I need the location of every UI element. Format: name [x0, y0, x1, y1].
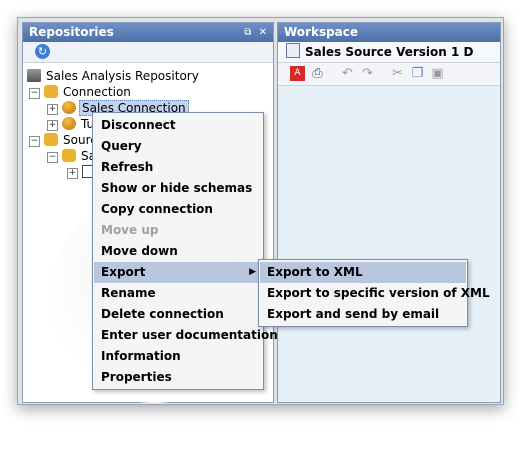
- menu-item-label: Show or hide schemas: [101, 181, 253, 195]
- menu-item-refresh[interactable]: Refresh: [94, 157, 262, 178]
- menu-item-label: Query: [101, 139, 142, 153]
- menu-item-enter-user-documentation[interactable]: Enter user documentation: [94, 325, 278, 346]
- expand-icon[interactable]: +: [67, 168, 78, 179]
- workspace-panel: Workspace Sales Source Version 1 D A ⎙ ↶…: [277, 22, 501, 403]
- workspace-title: Workspace: [284, 25, 359, 39]
- connection-folder-icon: [44, 85, 58, 98]
- menu-item-label: Move down: [101, 244, 178, 258]
- cut-icon[interactable]: ✂: [390, 66, 405, 81]
- expand-icon[interactable]: +: [47, 104, 58, 115]
- menu-item-label: Refresh: [101, 160, 154, 174]
- tree-node-source-folder[interactable]: − Sourc: [29, 132, 99, 148]
- workspace-toolbar: A ⎙ ↶ ↷ ✂ ❐ ▣: [278, 63, 500, 86]
- submenu-item-export-send-email[interactable]: Export and send by email: [260, 304, 466, 325]
- workspace-canvas: [278, 86, 500, 402]
- submenu-arrow-icon: ▶: [249, 267, 256, 277]
- menu-item-disconnect[interactable]: Disconnect: [94, 115, 262, 136]
- menu-item-query[interactable]: Query: [94, 136, 262, 157]
- menu-item-delete-connection[interactable]: Delete connection: [94, 304, 262, 325]
- collapse-icon[interactable]: −: [29, 88, 40, 99]
- menu-item-label: Export: [101, 265, 146, 279]
- repositories-title: Repositories: [29, 25, 114, 39]
- paste-icon[interactable]: ▣: [430, 66, 445, 81]
- pdf-icon[interactable]: A: [290, 66, 305, 81]
- undo-icon[interactable]: ↶: [340, 66, 355, 81]
- tree-node-source[interactable]: − Sa: [47, 148, 98, 164]
- copy-icon[interactable]: ❐: [410, 66, 425, 81]
- tree-node-repository[interactable]: Sales Analysis Repository: [27, 68, 201, 84]
- menu-item-show-hide-schemas[interactable]: Show or hide schemas: [94, 178, 262, 199]
- menu-item-rename[interactable]: Rename: [94, 283, 262, 304]
- tree-node-connection-folder[interactable]: − Connection: [29, 84, 133, 100]
- document-tab-label: Sales Source Version 1 D: [305, 45, 474, 59]
- workspace-panel-title: Workspace: [278, 23, 500, 42]
- menu-item-information[interactable]: Information: [94, 346, 262, 367]
- menu-item-label: Move up: [101, 223, 159, 237]
- source-folder-icon: [44, 133, 58, 146]
- collapse-icon[interactable]: −: [29, 136, 40, 147]
- document-icon: [286, 43, 300, 58]
- submenu-item-label: Export to specific version of XML: [267, 286, 490, 300]
- document-tab[interactable]: Sales Source Version 1 D: [278, 42, 500, 63]
- repositories-toolbar: ↻: [23, 42, 273, 63]
- submenu-item-label: Export and send by email: [267, 307, 440, 321]
- tree-node-label: Connection: [63, 85, 131, 99]
- menu-item-label: Copy connection: [101, 202, 213, 216]
- menu-item-label: Delete connection: [101, 307, 224, 321]
- submenu-item-export-to-xml[interactable]: Export to XML: [260, 262, 466, 283]
- menu-item-move-up: Move up: [94, 220, 262, 241]
- menu-item-label: Rename: [101, 286, 156, 300]
- repositories-panel-title: Repositories ⧉ ✕: [23, 23, 273, 42]
- connection-icon: [62, 117, 76, 130]
- panel-window-controls-icon[interactable]: ⧉ ✕: [244, 23, 269, 42]
- expand-icon[interactable]: +: [47, 120, 58, 131]
- menu-item-label: Properties: [101, 370, 172, 384]
- menu-item-label: Enter user documentation: [101, 328, 278, 342]
- tree-node-label: Sales Analysis Repository: [46, 69, 199, 83]
- menu-item-properties[interactable]: Properties: [94, 367, 262, 388]
- repository-icon: [27, 69, 41, 82]
- submenu-item-export-specific-xml[interactable]: Export to specific version of XML: [260, 283, 490, 304]
- menu-item-export[interactable]: Export ▶: [94, 262, 262, 283]
- menu-item-label: Disconnect: [101, 118, 176, 132]
- print-icon[interactable]: ⎙: [310, 66, 325, 81]
- export-submenu: Export to XML Export to specific version…: [258, 259, 490, 327]
- redo-icon[interactable]: ↷: [360, 66, 375, 81]
- submenu-item-label: Export to XML: [267, 265, 363, 279]
- source-icon: [62, 149, 76, 162]
- connection-icon: [62, 101, 76, 114]
- collapse-icon[interactable]: −: [47, 152, 58, 163]
- menu-item-move-down[interactable]: Move down: [94, 241, 262, 262]
- tree-node-connection[interactable]: + Tu: [47, 116, 96, 132]
- menu-item-copy-connection[interactable]: Copy connection: [94, 199, 262, 220]
- context-menu: Disconnect Query Refresh Show or hide sc…: [92, 112, 278, 390]
- menu-item-label: Information: [101, 349, 181, 363]
- refresh-icon[interactable]: ↻: [35, 44, 50, 59]
